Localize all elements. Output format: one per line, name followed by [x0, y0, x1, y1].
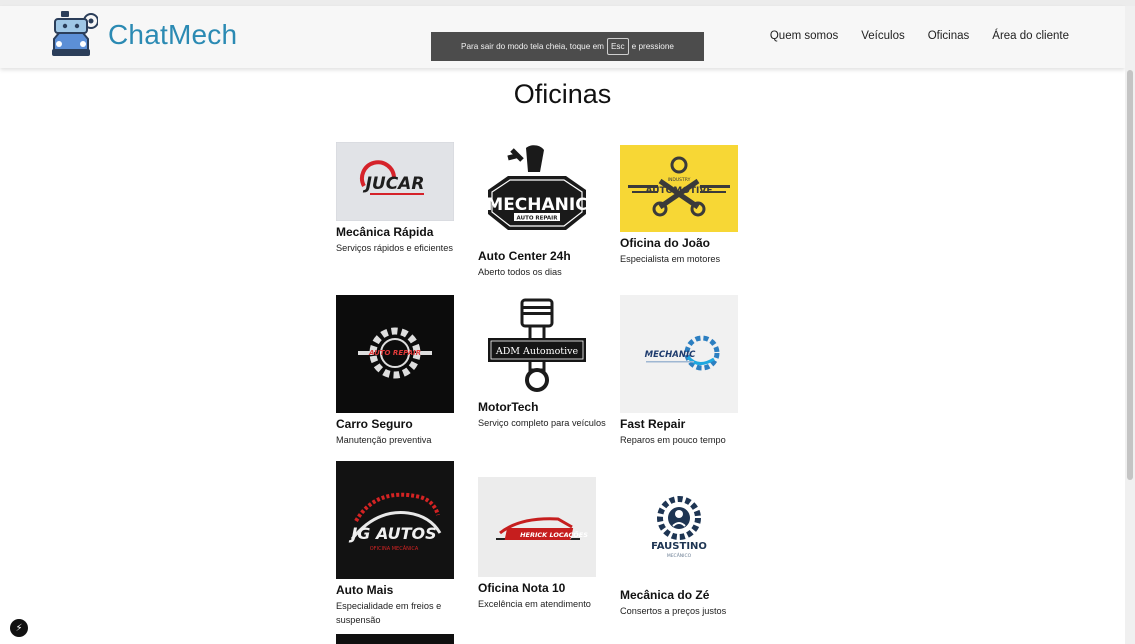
svg-text:OFICINA MECÂNICA: OFICINA MECÂNICA: [370, 545, 419, 552]
svg-text:MECÂNICO: MECÂNICO: [667, 552, 692, 559]
svg-text:FAUSTINO: FAUSTINO: [651, 541, 707, 552]
svg-text:HERICK LOCAÇÕES: HERICK LOCAÇÕES: [520, 530, 588, 539]
workshop-name: MotorTech: [478, 400, 539, 414]
svg-text:INDUSTRY: INDUSTRY: [668, 177, 691, 183]
workshop-name: Mecânica Rápida: [336, 225, 434, 239]
notice-text-before: Para sair do modo tela cheia, toque em: [461, 42, 604, 51]
workshop-name: Auto Center 24h: [478, 249, 571, 263]
fullscreen-exit-notice: Para sair do modo tela cheia, toque em E…: [431, 32, 704, 61]
page-scrollbar-thumb[interactable]: [1127, 70, 1133, 480]
nav-veiculos[interactable]: Veículos: [861, 30, 904, 42]
workshop-card[interactable]: HERICK LOCAÇÕES Oficina Nota 10 Excelênc…: [478, 477, 608, 611]
workshop-description: Serviços rápidos e eficientes: [336, 243, 453, 253]
workshop-name: Carro Seguro: [336, 417, 413, 431]
svg-text:AUTO REPAIR: AUTO REPAIR: [368, 349, 421, 357]
workshop-card[interactable]: FAUSTINO MECÂNICO Mecânica do Zé Consert…: [620, 486, 750, 618]
notice-text-after: e pressione: [631, 42, 674, 51]
workshop-description: Consertos a preços justos: [620, 606, 727, 616]
brand-title: ChatMech: [108, 19, 238, 50]
workshop-name: Auto Mais: [336, 583, 394, 597]
workshop-card[interactable]: AUTO REPAIR Carro Seguro Manutenção prev…: [336, 295, 466, 447]
brand-logo-link[interactable]: ChatMech: [48, 9, 237, 61]
workshop-logo-image: HERICK LOCAÇÕES: [478, 477, 596, 577]
workshop-description: Excelência em atendimento: [478, 599, 591, 609]
workshop-description: Aberto todos os dias: [478, 267, 562, 277]
nav-area-do-cliente[interactable]: Área do cliente: [992, 30, 1069, 42]
workshop-logo-image: INDUSTRY AUTOMOTIVE: [620, 145, 738, 232]
workshop-logo-image: FAUSTINO MECÂNICO: [620, 486, 738, 584]
workshop-card[interactable]: JG AUTOS OFICINA MECÂNICA Auto Mais Espe…: [336, 461, 466, 627]
esc-key-badge: Esc: [606, 38, 629, 55]
workshop-description: Especialista em motores: [620, 254, 721, 264]
workshop-name: Oficina Nota 10: [478, 581, 566, 595]
workshop-description: Especialidade em freios e suspensão: [336, 601, 442, 625]
workshop-card[interactable]: MECHANIC AUTO REPAIR Auto Center 24h Abe…: [478, 142, 608, 279]
nav-quem-somos[interactable]: Quem somos: [770, 30, 838, 42]
page-title: Oficinas: [513, 79, 612, 109]
workshop-card[interactable]: JUCAR Mecânica Rápida Serviços rápidos e…: [336, 142, 466, 255]
workshop-name: Fast Repair: [620, 417, 686, 431]
next-workshop-card-peek: [336, 634, 454, 644]
workshop-logo-image: MECHANIC AUTO REPAIR: [478, 142, 596, 245]
svg-text:AUTOMOTIVE: AUTOMOTIVE: [646, 186, 713, 196]
svg-text:MECHANIC: MECHANIC: [486, 195, 587, 215]
workshop-logo-image: AUTO REPAIR: [336, 295, 454, 413]
svg-text:ADM Automotive: ADM Automotive: [495, 346, 579, 357]
workshop-description: Manutenção preventiva: [336, 435, 432, 445]
workshop-description: Reparos em pouco tempo: [620, 435, 726, 445]
svg-text:JUCAR: JUCAR: [363, 174, 425, 194]
workshop-card[interactable]: INDUSTRY AUTOMOTIVE Oficina do João Espe…: [620, 145, 750, 266]
workshop-logo-image: JG AUTOS OFICINA MECÂNICA: [336, 461, 454, 579]
workshop-name: Mecânica do Zé: [620, 588, 710, 602]
workshop-logo-image: JUCAR: [336, 142, 454, 221]
workshop-card[interactable]: ADM Automotive MotorTech Serviço complet…: [478, 298, 608, 430]
lightning-icon[interactable]: ⚡: [10, 619, 28, 637]
main-nav: Quem somos Veículos Oficinas Área do cli…: [770, 30, 1069, 42]
svg-text:MECHANIC: MECHANIC: [645, 350, 696, 360]
workshop-logo-image: ADM Automotive: [478, 298, 596, 396]
workshop-description: Serviço completo para veículos: [478, 418, 606, 428]
workshop-logo-image: MECHANIC: [620, 295, 738, 413]
car-robot-logo-icon: [52, 11, 98, 56]
nav-oficinas[interactable]: Oficinas: [928, 30, 970, 42]
workshop-name: Oficina do João: [620, 236, 711, 250]
svg-text:AUTO REPAIR: AUTO REPAIR: [517, 216, 559, 222]
workshop-card[interactable]: MECHANIC Fast Repair Reparos em pouco te…: [620, 295, 750, 447]
svg-text:JG AUTOS: JG AUTOS: [348, 524, 436, 543]
